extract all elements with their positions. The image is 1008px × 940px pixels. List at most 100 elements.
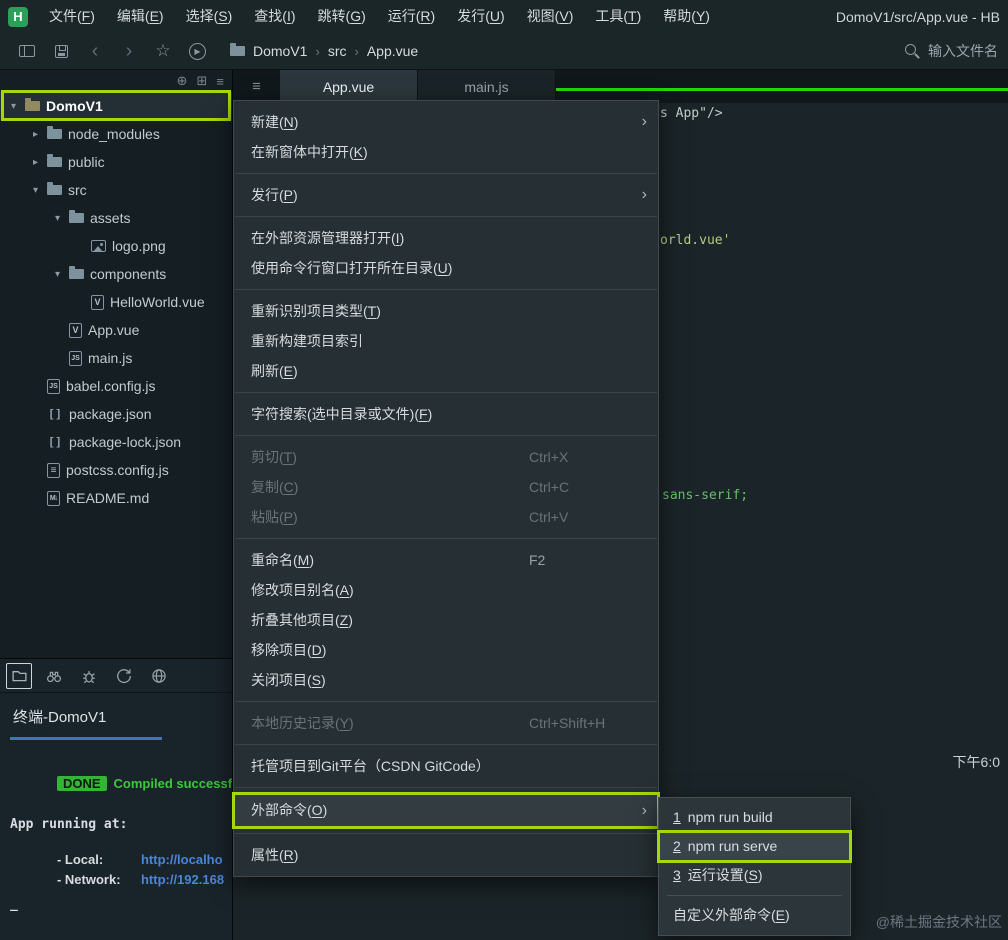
chevron-down-icon[interactable] bbox=[52, 213, 63, 224]
file-search[interactable]: 输入文件名 bbox=[905, 41, 998, 61]
locate-file-icon[interactable]: ⊕ bbox=[177, 73, 188, 89]
tree-item-app-vue[interactable]: App.vue bbox=[0, 316, 232, 344]
tree-item-helloworld-vue[interactable]: HelloWorld.vue bbox=[0, 288, 232, 316]
tree-item-label: package.json bbox=[69, 406, 152, 422]
chevron-down-icon[interactable] bbox=[30, 185, 41, 196]
menu-item-external-commands[interactable]: 外部命令(O) bbox=[232, 792, 660, 829]
accel-number: 2 bbox=[673, 838, 681, 854]
menu-edit[interactable]: 编辑(E) bbox=[106, 0, 175, 33]
tree-item-postcss-config[interactable]: postcss.config.js bbox=[0, 456, 232, 484]
web-view-icon[interactable] bbox=[146, 663, 172, 689]
files-view-icon[interactable] bbox=[6, 662, 32, 689]
chevron-right-icon: › bbox=[354, 43, 359, 59]
toolbar: ‹ › ☆ DomoV1 › src › App.vue 输入文件名 bbox=[0, 33, 1008, 70]
project-context-menu: 新建(N) 在新窗体中打开(K) 发行(P) 在外部资源管理器打开(I) 使用命… bbox=[232, 100, 660, 877]
menu-help[interactable]: 帮助(Y) bbox=[652, 0, 721, 33]
menu-item-reidentify-project-type[interactable]: 重新识别项目类型(T) bbox=[234, 296, 658, 326]
menu-item-close-project[interactable]: 关闭项目(S) bbox=[234, 665, 658, 695]
back-icon[interactable]: ‹ bbox=[78, 36, 112, 66]
menu-item-properties[interactable]: 属性(R) bbox=[234, 840, 658, 870]
breadcrumb-folder[interactable]: src bbox=[328, 43, 347, 59]
menu-item-local-history: 本地历史记录(Y) Ctrl+Shift+H bbox=[234, 708, 658, 738]
submenu-item-run-settings[interactable]: 3 运行设置(S) bbox=[659, 861, 850, 890]
bottom-panel: 终端-DomoV1 DONE Compiled successfull App r… bbox=[0, 658, 233, 940]
menu-shortcut: Ctrl+V bbox=[529, 509, 569, 525]
save-icon[interactable] bbox=[44, 36, 78, 66]
breadcrumb-file[interactable]: App.vue bbox=[367, 43, 418, 59]
tree-item-project-root[interactable]: DomoV1 bbox=[0, 92, 232, 120]
menu-item-label: 刷新(E) bbox=[251, 363, 298, 379]
network-url[interactable]: http://192.168 bbox=[141, 872, 224, 887]
menu-item-rebuild-project-index[interactable]: 重新构建项目索引 bbox=[234, 326, 658, 356]
tree-item-src[interactable]: src bbox=[0, 176, 232, 204]
run-icon[interactable] bbox=[180, 36, 214, 66]
terminal-line-compile: DONE Compiled successfull bbox=[10, 761, 232, 807]
tab-main-js[interactable]: main.js bbox=[418, 70, 556, 103]
menu-separator bbox=[235, 435, 657, 436]
menu-separator bbox=[235, 744, 657, 745]
menu-item-host-to-git[interactable]: 托管项目到Git平台（CSDN GitCode） bbox=[234, 751, 658, 781]
menu-file[interactable]: 文件(F) bbox=[38, 0, 106, 33]
tree-item-main-js[interactable]: main.js bbox=[0, 344, 232, 372]
chevron-down-icon[interactable] bbox=[52, 269, 63, 280]
menu-find[interactable]: 查找(I) bbox=[243, 0, 306, 33]
menu-item-open-in-explorer[interactable]: 在外部资源管理器打开(I) bbox=[234, 223, 658, 253]
submenu-item-custom-external-command[interactable]: 自定义外部命令(E) bbox=[659, 901, 850, 930]
tree-item-logo-png[interactable]: logo.png bbox=[0, 232, 232, 260]
terminal-line-header: App running at: bbox=[10, 817, 128, 832]
tree-item-public[interactable]: public bbox=[0, 148, 232, 176]
breadcrumb-project[interactable]: DomoV1 bbox=[253, 43, 307, 59]
tree-item-node-modules[interactable]: node_modules bbox=[0, 120, 232, 148]
chevron-down-icon[interactable] bbox=[8, 101, 19, 112]
menu-item-open-in-new-window[interactable]: 在新窗体中打开(K) bbox=[234, 137, 658, 167]
menu-separator bbox=[235, 392, 657, 393]
chevron-right-icon[interactable] bbox=[30, 129, 41, 140]
collapse-all-icon[interactable]: ⊞ bbox=[197, 73, 208, 89]
tree-item-babel-config[interactable]: babel.config.js bbox=[0, 372, 232, 400]
menu-shortcut: Ctrl+Shift+H bbox=[529, 715, 606, 731]
menu-item-publish[interactable]: 发行(P) bbox=[234, 180, 658, 210]
submenu-item-npm-run-serve[interactable]: 2 npm run serve bbox=[657, 830, 852, 863]
menu-publish[interactable]: 发行(U) bbox=[446, 0, 515, 33]
menu-item-new[interactable]: 新建(N) bbox=[234, 107, 658, 137]
menu-item-edit-project-alias[interactable]: 修改项目别名(A) bbox=[234, 575, 658, 605]
favorite-star-icon[interactable]: ☆ bbox=[146, 36, 180, 66]
terminal-tab[interactable]: 终端-DomoV1 bbox=[13, 706, 106, 727]
menu-item-open-in-terminal[interactable]: 使用命令行窗口打开所在目录(U) bbox=[234, 253, 658, 283]
chevron-right-icon[interactable] bbox=[30, 157, 41, 168]
menu-item-refresh[interactable]: 刷新(E) bbox=[234, 356, 658, 386]
menu-item-label: 折叠其他项目(Z) bbox=[251, 612, 353, 628]
search-view-icon[interactable] bbox=[41, 663, 67, 689]
network-label: - Network: bbox=[56, 872, 121, 887]
menu-item-label: 在外部资源管理器打开(I) bbox=[251, 230, 405, 246]
menu-view[interactable]: 视图(V) bbox=[516, 0, 585, 33]
forward-icon[interactable]: › bbox=[112, 36, 146, 66]
tree-item-package-json[interactable]: package.json bbox=[0, 400, 232, 428]
debug-view-icon[interactable] bbox=[76, 663, 102, 689]
explorer-menu-icon[interactable]: ≡ bbox=[216, 74, 224, 89]
submenu-item-label: npm run serve bbox=[687, 838, 778, 854]
tree-item-readme-md[interactable]: README.md bbox=[0, 484, 232, 512]
tree-item-components[interactable]: components bbox=[0, 260, 232, 288]
editor-tabbar: ≡ App.vue main.js bbox=[233, 70, 1008, 103]
menu-item-char-search[interactable]: 字符搜索(选中目录或文件)(F) bbox=[234, 399, 658, 429]
tree-item-assets[interactable]: assets bbox=[0, 204, 232, 232]
menu-item-remove-project[interactable]: 移除项目(D) bbox=[234, 635, 658, 665]
submenu-item-npm-run-build[interactable]: 1 npm run build bbox=[659, 803, 850, 832]
menubar: H 文件(F) 编辑(E) 选择(S) 查找(I) 跳转(G) 运行(R) 发行… bbox=[0, 0, 1008, 33]
refresh-view-icon[interactable] bbox=[111, 663, 137, 689]
tab-app-vue[interactable]: App.vue bbox=[280, 70, 418, 103]
menu-select[interactable]: 选择(S) bbox=[175, 0, 244, 33]
menu-item-label: 重命名(M) bbox=[251, 552, 315, 568]
menu-tools[interactable]: 工具(T) bbox=[584, 0, 652, 33]
menu-item-rename[interactable]: 重命名(M) F2 bbox=[234, 545, 658, 575]
tree-item-package-lock-json[interactable]: package-lock.json bbox=[0, 428, 232, 456]
toggle-sidebar-icon[interactable] bbox=[10, 36, 44, 66]
tree-item-label: logo.png bbox=[112, 238, 166, 254]
menu-goto[interactable]: 跳转(G) bbox=[307, 0, 377, 33]
terminal-cursor: _ bbox=[10, 897, 18, 912]
menu-item-collapse-other-projects[interactable]: 折叠其他项目(Z) bbox=[234, 605, 658, 635]
menu-run[interactable]: 运行(R) bbox=[377, 0, 446, 33]
tab-list-icon[interactable]: ≡ bbox=[233, 70, 280, 103]
tree-item-label: package-lock.json bbox=[69, 434, 182, 450]
